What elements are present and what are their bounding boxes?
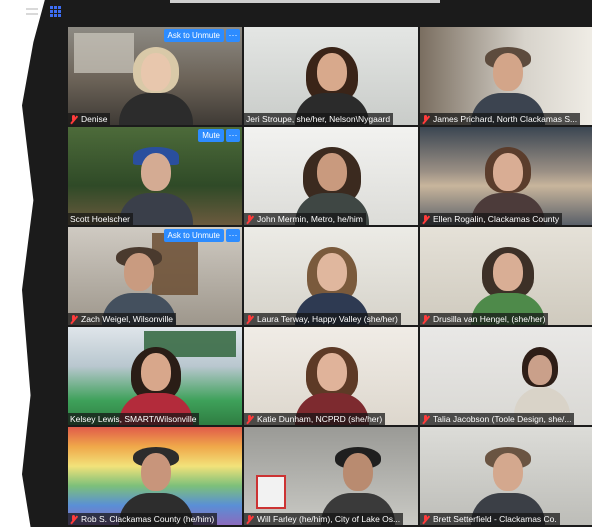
name-label: Katie Dunham, NCPRD (she/her) — [244, 413, 386, 425]
name-label: Scott Hoelscher — [68, 213, 133, 225]
mic-off-icon — [70, 314, 77, 324]
tile-controls: Ask to Unmute ··· — [163, 29, 240, 42]
participant-tile-will[interactable]: Will Farley (he/him), City of Lake Os... — [244, 427, 418, 525]
participant-tile-drusilla[interactable]: Drusilla van Hengel, (she/her) — [420, 227, 592, 325]
name-label: Laura Terway, Happy Valley (she/her) — [244, 313, 401, 325]
mic-off-icon — [422, 314, 429, 324]
ask-to-unmute-button[interactable]: Ask to Unmute — [163, 29, 224, 42]
participant-video — [115, 47, 195, 125]
participant-tile-talia[interactable]: Talia Jacobson (Toole Design, she/... — [420, 327, 592, 425]
name-label: John Mermin, Metro, he/him — [244, 213, 366, 225]
view-toolbar — [26, 2, 96, 20]
mic-off-icon — [246, 414, 253, 424]
gallery-grid: Ask to Unmute ··· Denise Jeri Stroupe, s… — [68, 27, 592, 525]
participant-tile-scott[interactable]: Mute ··· Scott Hoelscher — [68, 127, 242, 225]
name-label: Will Farley (he/him), City of Lake Os... — [244, 513, 404, 525]
tile-controls: Mute ··· — [198, 129, 240, 142]
participant-tile-denise[interactable]: Ask to Unmute ··· Denise — [68, 27, 242, 125]
mute-button[interactable]: Mute — [198, 129, 224, 142]
participant-tile-james[interactable]: James Prichard, North Clackamas S... — [420, 27, 592, 125]
participant-tile-jeri[interactable]: Jeri Stroupe, she/her, Nelson\Nygaard — [244, 27, 418, 125]
participant-tile-john[interactable]: John Mermin, Metro, he/him — [244, 127, 418, 225]
mic-off-icon — [422, 414, 429, 424]
name-label: Rob S. Clackamas County (he/him) — [68, 513, 218, 525]
minimize-icon[interactable] — [26, 7, 38, 15]
mic-off-icon — [70, 514, 77, 524]
mic-off-icon — [422, 514, 429, 524]
more-options-button[interactable]: ··· — [226, 29, 240, 42]
participant-tile-zach[interactable]: Ask to Unmute ··· Zach Weigel, Wilsonvil… — [68, 227, 242, 325]
participant-tile-laura[interactable]: Laura Terway, Happy Valley (she/her) — [244, 227, 418, 325]
mic-off-icon — [246, 214, 253, 224]
more-options-button[interactable]: ··· — [226, 129, 240, 142]
name-label: Brett Setterfield - Clackamas Co. — [420, 513, 560, 525]
mic-off-icon — [422, 114, 429, 124]
participant-tile-katie[interactable]: Katie Dunham, NCPRD (she/her) — [244, 327, 418, 425]
name-label: Ellen Rogalin, Clackamas County — [420, 213, 563, 225]
participant-tile-rob[interactable]: Rob S. Clackamas County (he/him) — [68, 427, 242, 525]
participant-tile-ellen[interactable]: Ellen Rogalin, Clackamas County — [420, 127, 592, 225]
name-label: Drusilla van Hengel, (she/her) — [420, 313, 549, 325]
top-strip — [170, 0, 440, 3]
ask-to-unmute-button[interactable]: Ask to Unmute — [163, 229, 224, 242]
name-label: Jeri Stroupe, she/her, Nelson\Nygaard — [244, 113, 394, 125]
name-label: Zach Weigel, Wilsonville — [68, 313, 176, 325]
name-label: Talia Jacobson (Toole Design, she/... — [420, 413, 575, 425]
participant-tile-kelsey[interactable]: Kelsey Lewis, SMART/Wilsonville — [68, 327, 242, 425]
name-label: Denise — [68, 113, 111, 125]
tile-controls: Ask to Unmute ··· — [163, 229, 240, 242]
mic-off-icon — [246, 514, 253, 524]
participant-tile-brett[interactable]: Brett Setterfield - Clackamas Co. — [420, 427, 592, 525]
more-options-button[interactable]: ··· — [226, 229, 240, 242]
mic-off-icon — [70, 114, 77, 124]
name-label: James Prichard, North Clackamas S... — [420, 113, 581, 125]
mic-off-icon — [246, 314, 253, 324]
mic-off-icon — [422, 214, 429, 224]
grid-view-icon[interactable] — [50, 5, 61, 17]
name-label: Kelsey Lewis, SMART/Wilsonville — [68, 413, 200, 425]
